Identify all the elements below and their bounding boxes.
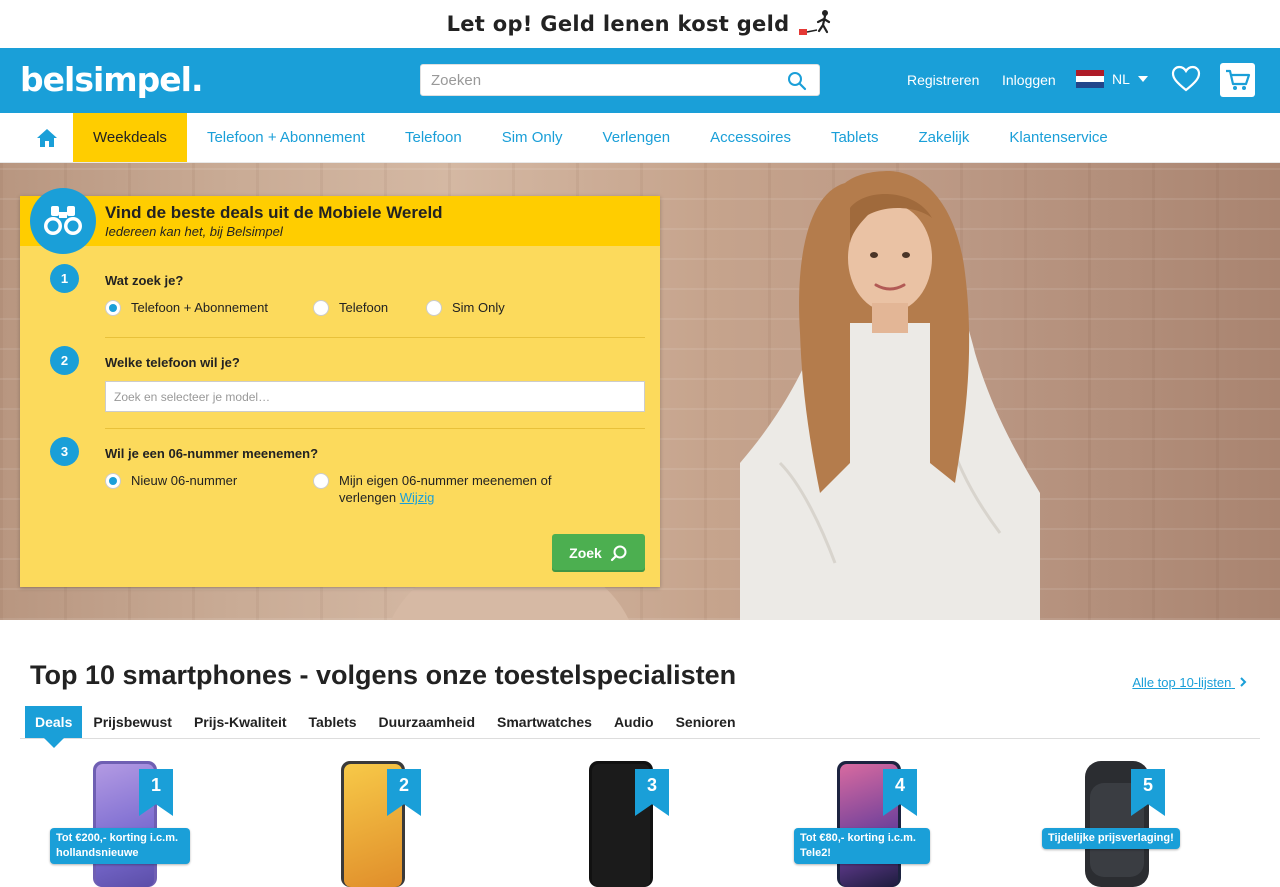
language-selector[interactable]: NL — [1076, 70, 1148, 88]
site-search — [420, 64, 820, 96]
home-icon — [36, 128, 57, 147]
belsimpel-logo[interactable]: belsimpel. — [20, 62, 204, 98]
nav-item-verlengen[interactable]: Verlengen — [583, 113, 691, 162]
nav-home[interactable] — [20, 113, 73, 162]
binoculars-icon — [44, 206, 82, 235]
tab-senioren[interactable]: Senioren — [665, 706, 747, 738]
search-icon — [610, 545, 627, 562]
step-2-question: Welke telefoon wil je? — [105, 355, 240, 370]
radio-label: Telefoon — [339, 300, 389, 315]
loan-warning-banner: Let op! Geld lenen kost geld — [0, 0, 1280, 48]
product-card-4[interactable]: 4 Tot €80,- korting i.c.m. Tele2! — [794, 761, 944, 887]
promo-badge: Tot €200,- korting i.c.m. hollandsnieuwe — [50, 828, 190, 864]
keep-number-text: Mijn eigen 06-nummer meenemen of verleng… — [339, 473, 552, 505]
product-card-3[interactable]: 3 — [546, 761, 696, 887]
top10-section: Top 10 smartphones - volgens onze toeste… — [0, 620, 1280, 887]
tab-smartwatches[interactable]: Smartwatches — [486, 706, 603, 738]
top10-tabs: Deals Prijsbewust Prijs-Kwaliteit Tablet… — [20, 706, 1260, 748]
main-navigation: Weekdeals Telefoon + Abonnement Telefoon… — [0, 113, 1280, 163]
walking-person-icon — [799, 10, 831, 35]
nav-item-telefoon[interactable]: Telefoon — [385, 113, 482, 162]
section-divider — [105, 337, 645, 338]
tab-deals[interactable]: Deals — [25, 706, 83, 748]
nav-item-klantenservice[interactable]: Klantenservice — [989, 113, 1127, 162]
model-search-input[interactable] — [106, 382, 644, 411]
product-card-5[interactable]: 5 Tijdelijke prijsverlaging! — [1042, 761, 1192, 887]
radio-dot[interactable] — [313, 300, 329, 316]
tab-audio[interactable]: Audio — [603, 706, 665, 738]
radio-keep-number[interactable]: Mijn eigen 06-nummer meenemen of verleng… — [313, 472, 573, 506]
tab-duurzaamheid[interactable]: Duurzaamheid — [368, 706, 486, 738]
tab-prijs-kwaliteit[interactable]: Prijs-Kwaliteit — [183, 706, 298, 738]
change-link[interactable]: Wijzig — [400, 490, 435, 505]
tab-tablets[interactable]: Tablets — [298, 706, 368, 738]
hero-banner: Vind de beste deals uit de Mobiele Werel… — [0, 163, 1280, 620]
model-search-field — [105, 381, 645, 412]
shopping-cart-icon — [1225, 69, 1250, 90]
loan-warning-text: Let op! Geld lenen kost geld — [446, 12, 790, 36]
product-card-2[interactable]: 2 — [298, 761, 448, 887]
radio-dot[interactable] — [426, 300, 442, 316]
radio-dot[interactable] — [105, 473, 121, 489]
search-icon[interactable] — [787, 71, 807, 91]
wishlist-heart-icon[interactable] — [1170, 63, 1202, 95]
radio-label: Telefoon + Abonnement — [131, 300, 268, 315]
product-card-1[interactable]: 1 Tot €200,- korting i.c.m. hollandsnieu… — [50, 761, 200, 887]
step-3-number: 3 — [50, 437, 79, 466]
nav-item-sim-only[interactable]: Sim Only — [482, 113, 583, 162]
radio-label: Mijn eigen 06-nummer meenemen of verleng… — [339, 472, 573, 506]
section-divider — [105, 428, 645, 429]
promo-badge: Tijdelijke prijsverlaging! — [1042, 828, 1180, 849]
dutch-flag-icon — [1076, 70, 1104, 88]
nav-item-weekdeals[interactable]: Weekdeals — [73, 113, 187, 162]
chevron-right-icon — [1240, 677, 1247, 687]
caret-down-icon — [1137, 76, 1148, 82]
nav-item-telefoon-abonnement[interactable]: Telefoon + Abonnement — [187, 113, 385, 162]
search-input[interactable] — [421, 65, 819, 95]
deal-finder-subtitle: Iedereen kan het, bij Belsimpel — [105, 224, 283, 239]
nav-item-tablets[interactable]: Tablets — [811, 113, 899, 162]
number-options: Nieuw 06-nummer Mijn eigen 06-nummer mee… — [105, 473, 573, 506]
radio-sim-only[interactable]: Sim Only — [426, 300, 505, 316]
product-type-options: Telefoon + Abonnement Telefoon Sim Only — [105, 300, 505, 316]
language-label: NL — [1112, 71, 1130, 87]
tab-prijsbewust[interactable]: Prijsbewust — [82, 706, 183, 738]
step-1-question: Wat zoek je? — [105, 273, 184, 288]
step-1-number: 1 — [50, 264, 79, 293]
radio-dot[interactable] — [105, 300, 121, 316]
register-link[interactable]: Registreren — [907, 72, 979, 88]
radio-new-number[interactable]: Nieuw 06-nummer — [105, 473, 313, 489]
promo-badge: Tot €80,- korting i.c.m. Tele2! — [794, 828, 930, 864]
login-link[interactable]: Inloggen — [1002, 72, 1056, 88]
radio-telefoon[interactable]: Telefoon — [313, 300, 426, 316]
radio-telefoon-abonnement[interactable]: Telefoon + Abonnement — [105, 300, 313, 316]
all-top10-lists-link[interactable]: Alle top 10-lijsten — [1132, 675, 1247, 690]
binoculars-badge — [30, 188, 96, 254]
deal-finder-title: Vind de beste deals uit de Mobiele Werel… — [105, 203, 443, 222]
zoek-button[interactable]: Zoek — [552, 534, 645, 572]
top10-title: Top 10 smartphones - volgens onze toeste… — [30, 660, 737, 690]
zoek-button-label: Zoek — [569, 545, 602, 561]
step-2-number: 2 — [50, 346, 79, 375]
hero-person-image — [740, 171, 1040, 620]
deal-finder-panel: Vind de beste deals uit de Mobiele Werel… — [20, 188, 660, 587]
radio-dot[interactable] — [313, 473, 329, 489]
deal-finder-header: Vind de beste deals uit de Mobiele Werel… — [20, 188, 660, 254]
nav-item-zakelijk[interactable]: Zakelijk — [899, 113, 990, 162]
all-top10-lists-label: Alle top 10-lijsten — [1132, 675, 1232, 690]
step-3-question: Wil je een 06-nummer meenemen? — [105, 446, 319, 461]
nav-item-accessoires[interactable]: Accessoires — [690, 113, 811, 162]
radio-label: Sim Only — [452, 300, 505, 315]
site-header: belsimpel. Registreren Inloggen NL — [0, 48, 1280, 113]
radio-label: Nieuw 06-nummer — [131, 473, 238, 488]
cart-button[interactable] — [1220, 63, 1255, 97]
